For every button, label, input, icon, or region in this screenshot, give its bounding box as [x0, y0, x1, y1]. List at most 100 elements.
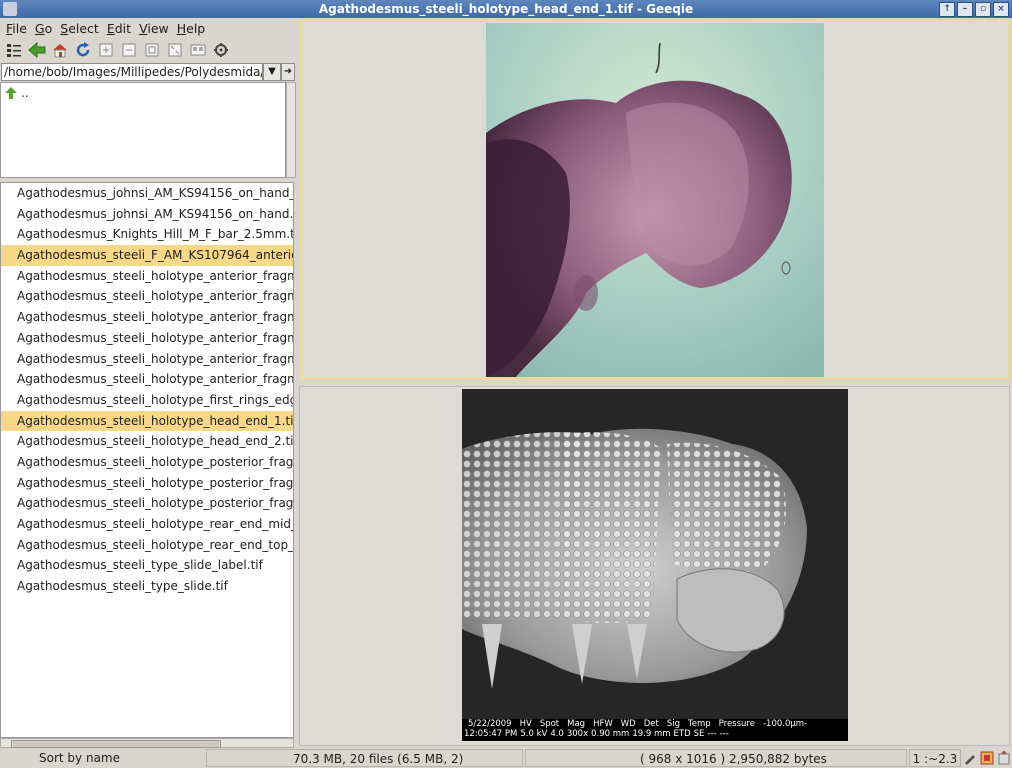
file-row[interactable]: Agathodesmus_steeli_holotype_anterior_fr…: [1, 286, 293, 307]
zoom-out-button[interactable]: [119, 40, 139, 60]
file-row[interactable]: Agathodesmus_steeli_type_slide_label.tif: [1, 555, 293, 576]
path-go-button[interactable]: ➜: [281, 63, 295, 81]
maximize-button[interactable]: ▫: [975, 2, 991, 17]
sem-value-det: ETD: [673, 729, 691, 739]
sem-header-sig: Sig: [666, 719, 680, 729]
file-row[interactable]: Agathodesmus_steeli_type_slide.tif: [1, 576, 293, 597]
sem-value-sig: SE: [693, 729, 705, 739]
sem-header-hv: HV: [519, 719, 532, 729]
file-row[interactable]: Agathodesmus_steeli_holotype_anterior_fr…: [1, 307, 293, 328]
menu-go[interactable]: Go: [33, 18, 58, 38]
zoom-out-icon: [122, 43, 136, 57]
file-row[interactable]: Agathodesmus_steeli_holotype_posterior_f…: [1, 473, 293, 494]
file-list-hscrollbar[interactable]: [0, 738, 294, 748]
dropdown-arrow-icon: ▼: [268, 66, 276, 77]
file-row[interactable]: Agathodesmus_steeli_holotype_head_end_1.…: [1, 410, 293, 432]
sem-value-hv: 5.0 kV: [520, 729, 548, 739]
file-row[interactable]: Agathodesmus_steeli_holotype_posterior_f…: [1, 452, 293, 473]
sem-date: 5/22/2009: [468, 719, 512, 729]
status-image-info: ( 968 x 1016 ) 2,950,882 bytes: [525, 749, 907, 767]
image-pane-1[interactable]: [299, 20, 1010, 380]
file-row[interactable]: Agathodesmus_steeli_holotype_anterior_fr…: [1, 266, 293, 287]
sem-header-mag: Mag: [567, 719, 586, 729]
file-row[interactable]: Agathodesmus_steeli_F_AM_KS107964_anteri…: [1, 245, 293, 266]
status-spacer: [122, 749, 204, 767]
pen-icon[interactable]: [963, 751, 977, 765]
menu-bar: File Go Select Edit View Help: [0, 18, 296, 38]
sem-header-temp: Temp: [688, 719, 711, 729]
menu-view[interactable]: View: [137, 18, 175, 38]
zoom-fit-button[interactable]: [165, 40, 185, 60]
home-icon: [53, 44, 67, 58]
sem-header-wd: WD: [620, 719, 636, 729]
file-row[interactable]: Agathodesmus_johnsi_AM_KS94156_on_hand.J…: [1, 204, 293, 225]
directory-scrollbar[interactable]: [286, 82, 296, 178]
close-button[interactable]: ×: [993, 2, 1009, 17]
sem-value-hfw: 0.90 mm: [591, 729, 630, 739]
app-icon[interactable]: [3, 2, 17, 16]
file-row[interactable]: Agathodesmus_Knights_Hill_M_F_bar_2.5mm.…: [1, 224, 293, 245]
sem-value-mag: 300x: [566, 729, 589, 739]
zoom-in-icon: [99, 43, 113, 57]
refresh-button[interactable]: [73, 40, 93, 60]
sem-header-spot: Spot: [539, 719, 560, 729]
settings-button[interactable]: [211, 40, 231, 60]
menu-select[interactable]: Select: [58, 18, 105, 38]
file-row[interactable]: Agathodesmus_steeli_holotype_anterior_fr…: [1, 328, 293, 349]
sem-header-det: Det: [643, 719, 659, 729]
thumbnails-icon: [190, 44, 206, 56]
zoom-in-button[interactable]: [96, 40, 116, 60]
write-icon[interactable]: [997, 751, 1011, 765]
minimize-button[interactable]: –: [957, 2, 973, 17]
settings-icon: [214, 43, 228, 57]
file-row[interactable]: Agathodesmus_steeli_holotype_rear_end_mi…: [1, 514, 293, 535]
menu-edit[interactable]: Edit: [105, 18, 137, 38]
sem-value-spot: 4.0: [550, 729, 564, 739]
file-row[interactable]: Agathodesmus_steeli_holotype_anterior_fr…: [1, 369, 293, 390]
title-bar: Agathodesmus_steeli_holotype_head_end_1.…: [0, 0, 1012, 18]
path-bar: /home/bob/Images/Millipedes/Polydesmida/…: [0, 62, 296, 82]
go-arrow-icon: ➜: [283, 66, 293, 77]
dir-row-parent[interactable]: ..: [1, 83, 285, 103]
sort-button[interactable]: Sort by name: [0, 749, 120, 767]
menu-help[interactable]: Help: [175, 18, 212, 38]
sem-info-bar: 5/22/2009 HV Spot Mag HFW WD Det Sig Tem…: [462, 719, 848, 741]
sem-value-temp: ---: [707, 729, 717, 739]
path-dropdown-button[interactable]: ▼: [263, 63, 281, 81]
color-profile-icon[interactable]: [980, 751, 994, 765]
file-row[interactable]: Agathodesmus_steeli_holotype_rear_end_to…: [1, 535, 293, 556]
directory-list[interactable]: ..: [0, 82, 286, 178]
list-icon: [7, 44, 21, 57]
image-pane-2[interactable]: 5/22/2009 HV Spot Mag HFW WD Det Sig Tem…: [299, 386, 1010, 746]
dir-row-label: ..: [21, 86, 29, 100]
zoom-fit-icon: [168, 43, 182, 57]
zoom-label[interactable]: 1 :~2.3: [909, 749, 961, 767]
thumbnails-button[interactable]: [188, 40, 208, 60]
zoom-1-1-button[interactable]: [142, 40, 162, 60]
scroll-thumb[interactable]: [11, 740, 221, 748]
menu-file[interactable]: File: [4, 18, 33, 38]
file-row[interactable]: Agathodesmus_johnsi_AM_KS94156_on_hand_c…: [1, 183, 293, 204]
back-button[interactable]: [27, 40, 47, 60]
file-row[interactable]: Agathodesmus_steeli_holotype_head_end_2.…: [1, 431, 293, 452]
sem-scale: -100.0µm-: [762, 719, 808, 729]
sem-header-hfw: HFW: [593, 719, 613, 729]
sticky-button[interactable]: ↑: [939, 2, 955, 17]
home-button[interactable]: [50, 40, 70, 60]
back-arrow-icon: [28, 42, 46, 58]
file-row[interactable]: Agathodesmus_steeli_holotype_first_rings…: [1, 390, 293, 411]
refresh-icon: [76, 42, 90, 57]
sem-header-pressure: Pressure: [718, 719, 755, 729]
sem-value-pressure: ---: [719, 729, 729, 739]
thumbnails-toggle-button[interactable]: [4, 40, 24, 60]
path-input[interactable]: /home/bob/Images/Millipedes/Polydesmida/…: [1, 63, 263, 81]
sem-photo: [462, 389, 848, 719]
toolbar: [0, 38, 296, 62]
file-row[interactable]: Agathodesmus_steeli_holotype_anterior_fr…: [1, 349, 293, 370]
sem-time: 12:05:47 PM: [464, 729, 518, 739]
status-summary: 70.3 MB, 20 files (6.5 MB, 2): [206, 749, 523, 767]
file-row[interactable]: Agathodesmus_steeli_holotype_posterior_f…: [1, 493, 293, 514]
zoom-original-icon: [145, 43, 159, 57]
file-list[interactable]: Agathodesmus_johnsi_AM_KS94156_on_hand_c…: [0, 182, 294, 738]
window-title: Agathodesmus_steeli_holotype_head_end_1.…: [318, 2, 694, 16]
